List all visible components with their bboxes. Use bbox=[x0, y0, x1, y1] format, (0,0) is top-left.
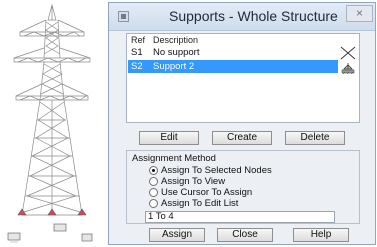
tower-structure-model bbox=[7, 3, 93, 243]
support-markers bbox=[7, 208, 93, 242]
list-item-selected[interactable]: S2 Support 2 bbox=[128, 60, 338, 73]
assign-button[interactable]: Assign bbox=[149, 228, 205, 242]
description-cell: No support bbox=[153, 47, 200, 58]
window-menu-icon[interactable] bbox=[118, 11, 129, 22]
radio-assign-view[interactable]: Assign To View bbox=[149, 176, 225, 187]
list-item[interactable]: S1 No support bbox=[128, 46, 338, 59]
description-cell: Support 2 bbox=[153, 61, 195, 72]
tower-members bbox=[13, 3, 91, 216]
edit-list-input[interactable]: 1 To 4 bbox=[145, 211, 335, 223]
create-button[interactable]: Create bbox=[212, 131, 272, 145]
radio-button[interactable] bbox=[149, 166, 158, 175]
supports-list[interactable]: Ref Description S1 No support S2 Support… bbox=[126, 33, 360, 123]
radio-assign-selected-nodes[interactable]: Assign To Selected Nodes bbox=[149, 165, 272, 176]
no-support-icon bbox=[340, 46, 356, 60]
close-dialog-button[interactable]: Close bbox=[217, 228, 273, 242]
edit-button[interactable]: Edit bbox=[139, 131, 199, 145]
ref-cell: S2 bbox=[131, 61, 143, 72]
assignment-method-label: Assignment Method bbox=[132, 153, 216, 164]
window-title: Supports - Whole Structure bbox=[169, 8, 338, 24]
radio-assign-edit-list[interactable]: Assign To Edit List bbox=[149, 198, 238, 209]
title-bar[interactable]: Supports - Whole Structure × bbox=[109, 3, 375, 31]
fixed-support-icon bbox=[341, 63, 355, 75]
column-header-description[interactable]: Description bbox=[153, 35, 198, 45]
radio-button[interactable] bbox=[149, 199, 158, 208]
close-button[interactable]: × bbox=[346, 5, 373, 22]
delete-button[interactable]: Delete bbox=[285, 131, 345, 145]
radio-cursor-assign[interactable]: Use Cursor To Assign bbox=[149, 187, 252, 198]
radio-button[interactable] bbox=[149, 188, 158, 197]
supports-dialog: Supports - Whole Structure × Ref Descrip… bbox=[108, 2, 376, 245]
column-header-ref[interactable]: Ref bbox=[131, 35, 145, 45]
help-button[interactable]: Help bbox=[293, 228, 349, 242]
radio-button[interactable] bbox=[149, 177, 158, 186]
ref-cell: S1 bbox=[131, 47, 143, 58]
